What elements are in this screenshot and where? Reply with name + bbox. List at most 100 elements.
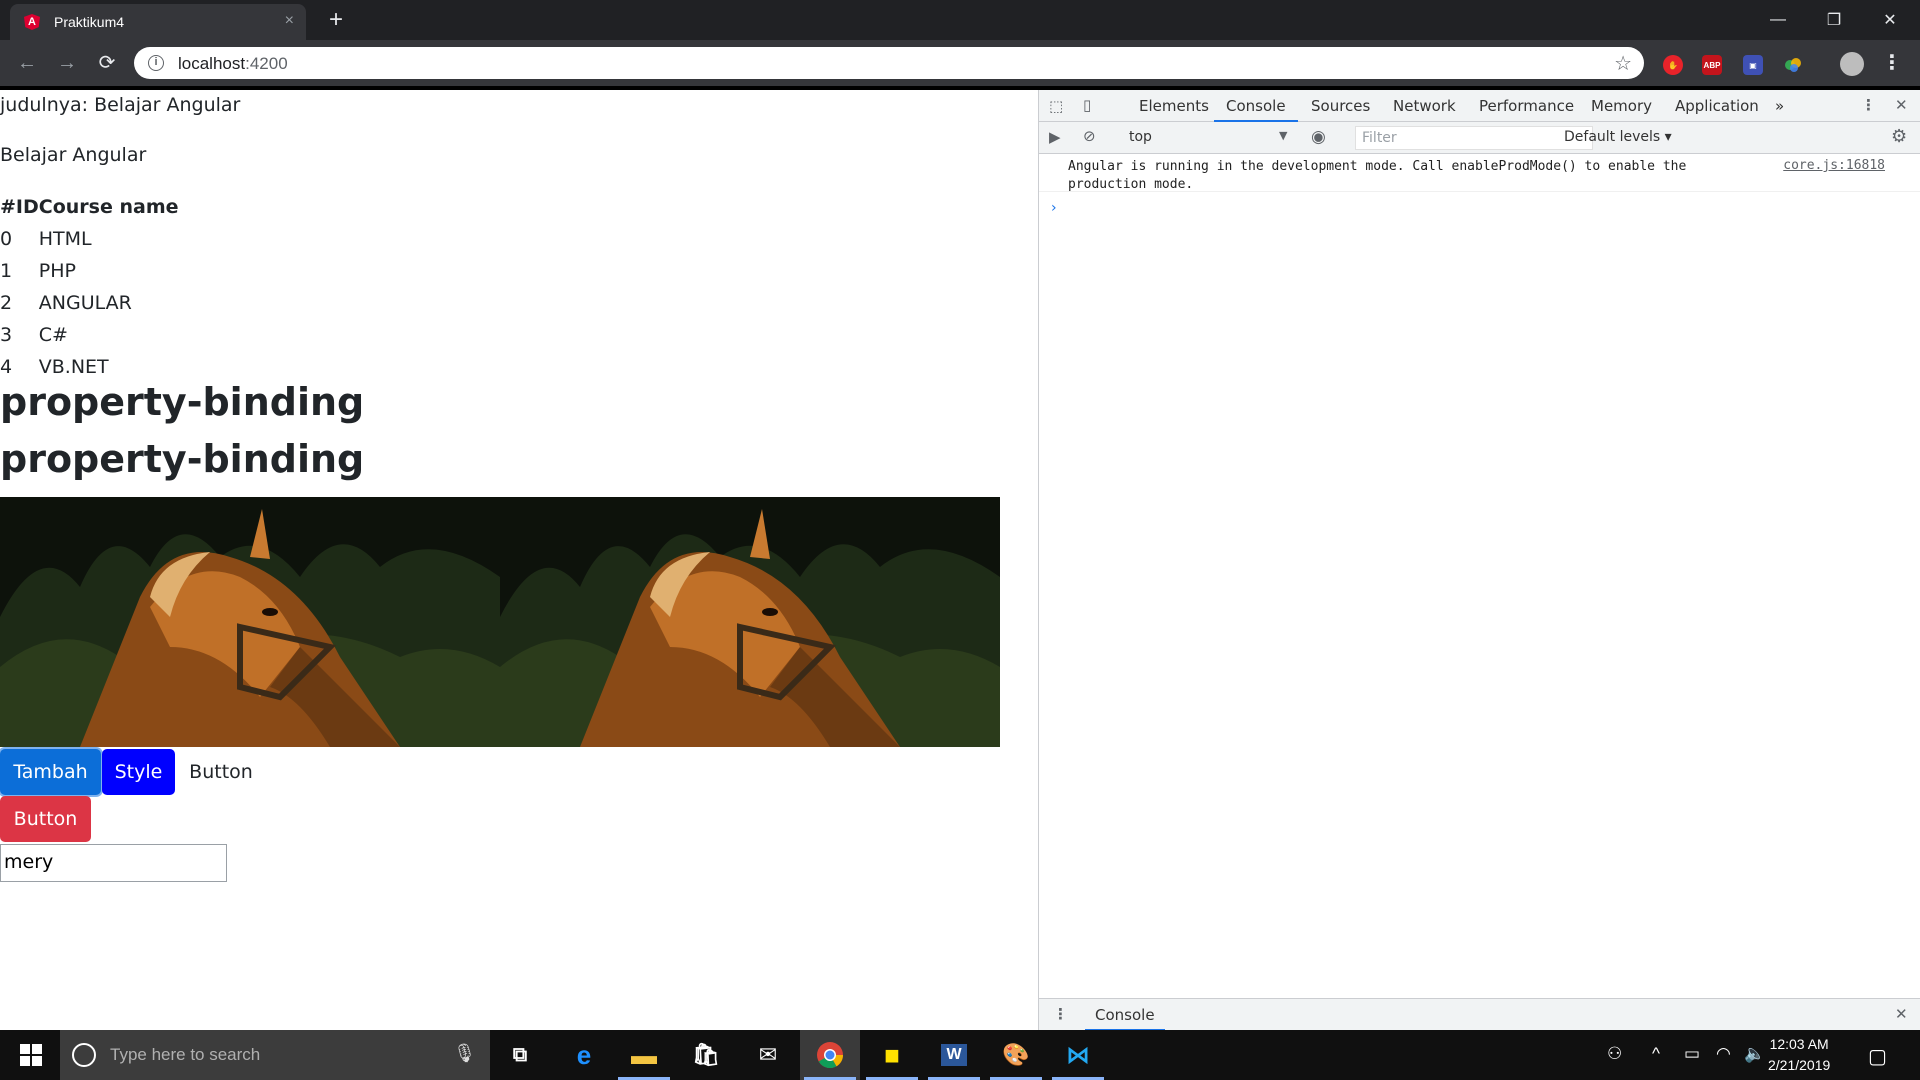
paint-icon[interactable]: 🎨 (986, 1030, 1046, 1080)
cell-course: C# (38, 324, 68, 346)
microphone-icon[interactable]: 🎙 (453, 1043, 476, 1064)
sidebar-toggle-icon[interactable]: ▶ (1049, 128, 1061, 146)
edge-icon[interactable]: e (554, 1030, 614, 1080)
tab-console[interactable]: Console (1214, 90, 1298, 122)
bookmark-star-icon[interactable]: ☆ (1614, 51, 1632, 76)
console-filter-input[interactable]: Filter (1355, 126, 1593, 150)
page-viewport: judulnya: Belajar Angular Belajar Angula… (0, 90, 1038, 1030)
table-header-row: #ID Course name (0, 191, 179, 223)
console-message: Angular is running in the development mo… (1039, 154, 1920, 192)
devtools-menu-icon[interactable]: ⋮ (1861, 96, 1876, 114)
angular-favicon-icon: A (24, 14, 40, 30)
cell-id: 3 (0, 324, 13, 346)
table-row: 1 PHP (0, 255, 179, 287)
browser-tab-strip: A Praktikum4 × + — ❐ ✕ (0, 0, 1920, 40)
danger-button[interactable]: Button (0, 796, 91, 842)
store-icon[interactable]: 🛍 (676, 1030, 736, 1080)
console-message-source-link[interactable]: core.js:16818 (1783, 158, 1885, 173)
windows-start-icon[interactable] (10, 1042, 50, 1068)
profile-avatar[interactable] (1840, 52, 1864, 76)
task-view-icon[interactable]: ⧉ (490, 1030, 550, 1080)
taskbar-search-box[interactable]: Type here to search 🎙 (60, 1030, 490, 1080)
volume-icon[interactable]: 🔈 (1744, 1044, 1765, 1064)
name-input[interactable]: mery (0, 844, 227, 882)
windows-taskbar: Type here to search 🎙 ⧉ e ▬ 🛍 ✉ ■ W 🎨 ⋈ … (0, 1030, 1920, 1080)
address-bar[interactable]: i localhost:4200 ☆ (134, 47, 1644, 79)
tab-performance[interactable]: Performance (1479, 90, 1574, 122)
drawer-tab-console[interactable]: Console (1085, 999, 1165, 1031)
cell-id: 2 (0, 292, 13, 314)
taskbar-clock[interactable]: 12:03 AM 2/21/2019 (1768, 1034, 1830, 1076)
restore-button[interactable]: ❐ (1806, 0, 1862, 40)
devtools-panel: ⬚ ▯ Elements Console Sources Network Per… (1038, 90, 1920, 1031)
subtitle: Belajar Angular (0, 144, 147, 166)
browser-toolbar: ← → ⟳ i localhost:4200 ☆ (0, 40, 1920, 86)
close-window-button[interactable]: ✕ (1862, 0, 1918, 40)
extension-color-icon[interactable] (1783, 55, 1803, 75)
devtools-tab-bar: ⬚ ▯ Elements Console Sources Network Per… (1039, 90, 1920, 122)
horse-image (0, 497, 500, 747)
drawer-close-icon[interactable]: ✕ (1895, 1005, 1908, 1023)
course-table: #ID Course name 0 HTML 1 PHP 2 ANGULAR 3 C# … (0, 191, 179, 383)
heading-property-binding-1: property-binding (0, 380, 365, 424)
cell-id: 4 (0, 356, 13, 378)
more-tabs-icon[interactable]: » (1775, 90, 1784, 122)
console-prompt-icon[interactable]: › (1051, 200, 1057, 216)
cell-course: VB.NET (38, 356, 109, 378)
tab-application[interactable]: Application (1675, 90, 1759, 122)
search-placeholder: Type here to search (110, 1045, 261, 1064)
tab-network[interactable]: Network (1393, 90, 1456, 122)
console-settings-gear-icon[interactable]: ⚙ (1891, 126, 1907, 147)
drawer-menu-icon[interactable]: ⋮ (1053, 1005, 1068, 1023)
clock-time: 12:03 AM (1769, 1036, 1829, 1052)
forward-button[interactable]: → (52, 48, 82, 78)
battery-icon[interactable]: ▭ (1684, 1044, 1700, 1064)
context-selector[interactable]: top (1129, 129, 1152, 145)
wifi-icon[interactable]: ◠ (1716, 1044, 1731, 1064)
file-explorer-icon[interactable]: ▬ (614, 1030, 674, 1080)
clock-date: 2/21/2019 (1768, 1057, 1831, 1073)
vscode-icon[interactable]: ⋈ (1048, 1030, 1108, 1080)
clear-console-icon[interactable]: ⊘ (1083, 127, 1096, 145)
sticky-notes-icon[interactable]: ■ (862, 1030, 922, 1080)
table-row: 4 VB.NET (0, 351, 179, 383)
url-port: :4200 (245, 54, 288, 73)
live-expression-eye-icon[interactable]: ◉ (1311, 127, 1326, 147)
site-info-icon[interactable]: i (148, 55, 164, 71)
table-row: 0 HTML (0, 223, 179, 255)
word-icon[interactable]: W (924, 1030, 984, 1080)
cell-course: PHP (38, 260, 76, 282)
action-center-icon[interactable]: ▢ (1868, 1044, 1887, 1069)
tab-memory[interactable]: Memory (1591, 90, 1652, 122)
title-line: judulnya: Belajar Angular (0, 94, 241, 116)
reload-button[interactable]: ⟳ (92, 48, 122, 78)
back-button[interactable]: ← (12, 48, 42, 78)
tray-chevron-icon[interactable]: ^ (1652, 1044, 1660, 1064)
log-levels-dropdown[interactable]: Default levels ▾ (1564, 129, 1672, 145)
inspect-element-icon[interactable]: ⬚ (1049, 97, 1063, 115)
heading-property-binding-2: property-binding (0, 437, 365, 481)
extension-box-icon[interactable]: ▣ (1743, 55, 1763, 75)
plain-button[interactable]: Button (178, 749, 264, 795)
extension-stop-icon[interactable]: ✋ (1663, 55, 1683, 75)
cortana-icon[interactable] (72, 1043, 96, 1067)
mail-icon[interactable]: ✉ (738, 1030, 798, 1080)
tab-sources[interactable]: Sources (1311, 90, 1370, 122)
console-message-text: Angular is running in the development mo… (1068, 159, 1687, 192)
cell-course: ANGULAR (38, 292, 132, 314)
new-tab-button[interactable]: + (322, 7, 350, 35)
chrome-menu-icon[interactable]: ⋮ (1882, 50, 1902, 75)
tab-close-icon[interactable]: × (285, 12, 294, 30)
devtools-close-icon[interactable]: ✕ (1895, 96, 1908, 114)
device-toolbar-icon[interactable]: ▯ (1083, 96, 1091, 114)
people-icon[interactable]: ⚇ (1607, 1044, 1622, 1064)
adblock-plus-icon[interactable]: ABP (1702, 55, 1722, 75)
tab-elements[interactable]: Elements (1139, 90, 1209, 122)
chrome-icon[interactable] (800, 1030, 860, 1080)
style-button[interactable]: Style (102, 749, 175, 795)
context-dropdown-icon[interactable]: ▼ (1279, 129, 1287, 142)
minimize-button[interactable]: — (1750, 0, 1806, 40)
url-text[interactable]: localhost:4200 (178, 54, 288, 74)
tambah-button[interactable]: Tambah (0, 749, 101, 795)
browser-tab[interactable]: A Praktikum4 × (10, 4, 306, 40)
